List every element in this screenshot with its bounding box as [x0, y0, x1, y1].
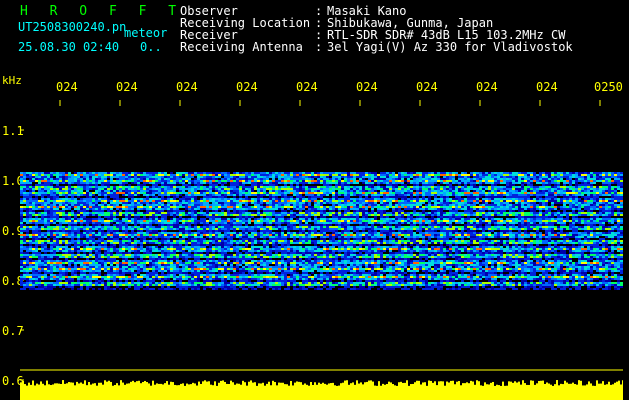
x-tick-label: 024 [116, 80, 138, 94]
x-tick-label: 024 [416, 80, 438, 94]
signal-band [20, 172, 623, 290]
x-tick-label: 024 [356, 80, 378, 94]
x-tick-label: 024 [476, 80, 498, 94]
info-value-antenna: 3el Yagi(V) Az 330 for Vladivostok [327, 40, 573, 54]
info-label-antenna: Receiving Antenna [180, 40, 303, 54]
file-name: UT2508300240.pn [18, 20, 127, 34]
x-tick-label: 024 [176, 80, 198, 94]
signal-strength-bar [20, 380, 623, 400]
x-tick-label: 024 [296, 80, 318, 94]
info-colon: : [315, 40, 323, 54]
counter-label: 0.. [140, 40, 162, 54]
x-tick-label: 024 [536, 80, 558, 94]
datetime-label: 25.08.30 02:40 [18, 40, 120, 54]
spectrogram [20, 100, 623, 400]
meteor-label: meteor [124, 26, 168, 40]
x-tick-label: 024 [56, 80, 78, 94]
y-axis-unit: kHz [2, 74, 22, 87]
x-tick-label: 0250 [594, 80, 623, 94]
brand-label: H R O F F T [20, 4, 184, 19]
x-tick-label: 024 [236, 80, 258, 94]
